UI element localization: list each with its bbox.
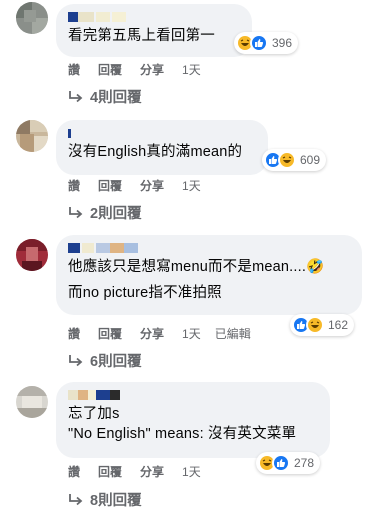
like-button[interactable]: 讚: [68, 463, 80, 480]
share-button[interactable]: 分享: [140, 325, 164, 342]
avatar[interactable]: [16, 120, 48, 152]
comment-bubble: 沒有English真的滿mean的: [56, 120, 268, 175]
reactions-summary[interactable]: 609: [262, 149, 327, 171]
replies-count-label: 4則回覆: [90, 90, 142, 106]
reply-arrow-icon: [69, 493, 83, 505]
haha-emoji-icon: [306, 316, 324, 334]
reaction-count: 396: [272, 36, 293, 50]
like-button[interactable]: 讚: [68, 61, 80, 78]
comment-bubble: 他應該只是想寫menu而不是mean....🤣 而no picture指不准拍照: [56, 235, 362, 315]
like-button[interactable]: 讚: [68, 177, 80, 194]
haha-emoji-icon: [278, 151, 296, 169]
replies-count-label: 8則回覆: [90, 493, 142, 509]
timestamp[interactable]: 1天: [182, 61, 201, 78]
like-button[interactable]: 讚: [68, 325, 80, 342]
timestamp[interactable]: 1天: [182, 177, 201, 194]
reply-button[interactable]: 回覆: [98, 61, 122, 78]
like-thumb-icon: [250, 34, 268, 52]
avatar[interactable]: [16, 386, 48, 418]
comment-bubble: 忘了加s "No English" means: 沒有英文菜單: [56, 382, 330, 458]
reply-arrow-icon: [69, 90, 83, 102]
comment-actions: 讚 回覆 分享 1天: [68, 61, 215, 78]
comment-text: 忘了加s "No English" means: 沒有英文菜單: [68, 406, 297, 442]
share-button[interactable]: 分享: [140, 463, 164, 480]
avatar[interactable]: [16, 2, 48, 34]
comment-actions: 讚 回覆 分享 1天 已編輯: [68, 325, 265, 342]
reply-button[interactable]: 回覆: [98, 325, 122, 342]
reply-button[interactable]: 回覆: [98, 177, 122, 194]
comment-actions: 讚 回覆 分享 1天: [68, 177, 215, 194]
view-replies-button[interactable]: 2則回覆: [68, 202, 142, 223]
view-replies-button[interactable]: 4則回覆: [68, 86, 142, 107]
timestamp[interactable]: 1天: [182, 325, 201, 342]
view-replies-button[interactable]: 8則回覆: [68, 489, 142, 510]
reactions-summary[interactable]: 162: [290, 314, 355, 336]
reply-arrow-icon: [69, 354, 83, 366]
reply-button[interactable]: 回覆: [98, 463, 122, 480]
redacted-author-name: [68, 390, 120, 400]
redacted-author-name: [68, 12, 126, 22]
redacted-author-name: [68, 129, 71, 138]
reaction-count: 609: [300, 153, 321, 167]
edited-label: 已編輯: [214, 327, 251, 341]
comment-actions: 讚 回覆 分享 1天: [68, 463, 215, 480]
view-replies-button[interactable]: 6則回覆: [68, 350, 142, 371]
replies-count-label: 2則回覆: [90, 206, 142, 222]
reaction-count: 162: [328, 318, 349, 332]
avatar[interactable]: [16, 239, 48, 271]
comment-thread: 看完第五馬上看回第一 396 讚 回覆 分享 1天 4則回覆 沒有English…: [0, 0, 370, 518]
reactions-summary[interactable]: 396: [234, 32, 299, 54]
share-button[interactable]: 分享: [140, 61, 164, 78]
like-thumb-icon: [272, 454, 290, 472]
comment-text: 看完第五馬上看回第一: [68, 28, 215, 44]
comment-text: 沒有English真的滿mean的: [68, 144, 243, 160]
comment-text: 他應該只是想寫menu而不是mean....🤣 而no picture指不准拍照: [68, 259, 325, 301]
comment-bubble: 看完第五馬上看回第一: [56, 4, 252, 57]
share-button[interactable]: 分享: [140, 177, 164, 194]
reactions-summary[interactable]: 278: [256, 452, 321, 474]
reaction-count: 278: [294, 456, 315, 470]
reply-arrow-icon: [69, 206, 83, 218]
redacted-author-name: [68, 243, 138, 253]
timestamp[interactable]: 1天: [182, 463, 201, 480]
replies-count-label: 6則回覆: [90, 354, 142, 370]
